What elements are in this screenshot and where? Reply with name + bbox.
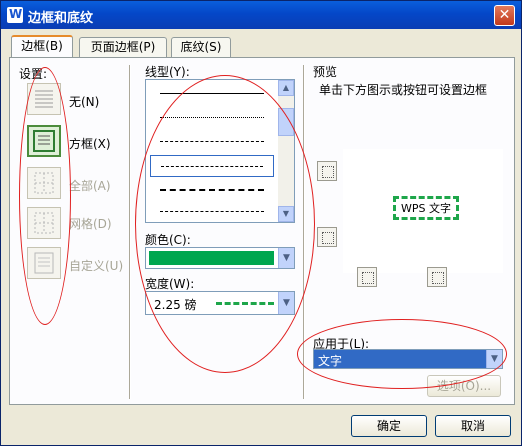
tab-shading[interactable]: 底纹(S) <box>171 37 231 57</box>
ok-button[interactable]: 确定 <box>351 415 427 437</box>
wps-app-icon: W <box>7 7 23 23</box>
annotation-ellipse-settings <box>19 67 71 325</box>
separator-left <box>129 65 131 399</box>
annotation-ellipse-line-options <box>135 75 315 373</box>
preview-sample-text: WPS 文字 <box>393 196 459 220</box>
annotation-ellipse-apply-to <box>297 319 507 389</box>
dialog-window: W 边框和底纹 ✕ 边框(B) 页面边框(P) 底纹(S) 设置: 无(N) 方… <box>0 0 522 446</box>
preview-instruction: 单击下方图示或按钮可设置边框 <box>319 83 488 97</box>
tab-borders[interactable]: 边框(B) <box>11 35 73 57</box>
right-border-button[interactable] <box>427 267 447 287</box>
setting-grid-label: 网格(D) <box>69 217 112 231</box>
left-border-button[interactable] <box>357 267 377 287</box>
cancel-button[interactable]: 取消 <box>435 415 511 437</box>
bottom-border-button[interactable] <box>317 227 337 247</box>
top-border-button[interactable] <box>317 161 337 181</box>
line-style-label: 线型(Y): <box>145 65 190 79</box>
setting-custom-label: 自定义(U) <box>69 259 124 273</box>
preview-label: 预览 <box>313 65 338 79</box>
title-bar: W 边框和底纹 ✕ <box>1 1 521 29</box>
scroll-up-icon[interactable]: ▲ <box>278 80 294 96</box>
setting-none-label: 无(N) <box>69 95 100 109</box>
close-button[interactable]: ✕ <box>494 5 515 26</box>
dialog-title: 边框和底纹 <box>28 11 94 26</box>
setting-box-label: 方框(X) <box>69 137 111 151</box>
tab-page-borders[interactable]: 页面边框(P) <box>79 37 167 57</box>
setting-all-label: 全部(A) <box>69 179 111 193</box>
